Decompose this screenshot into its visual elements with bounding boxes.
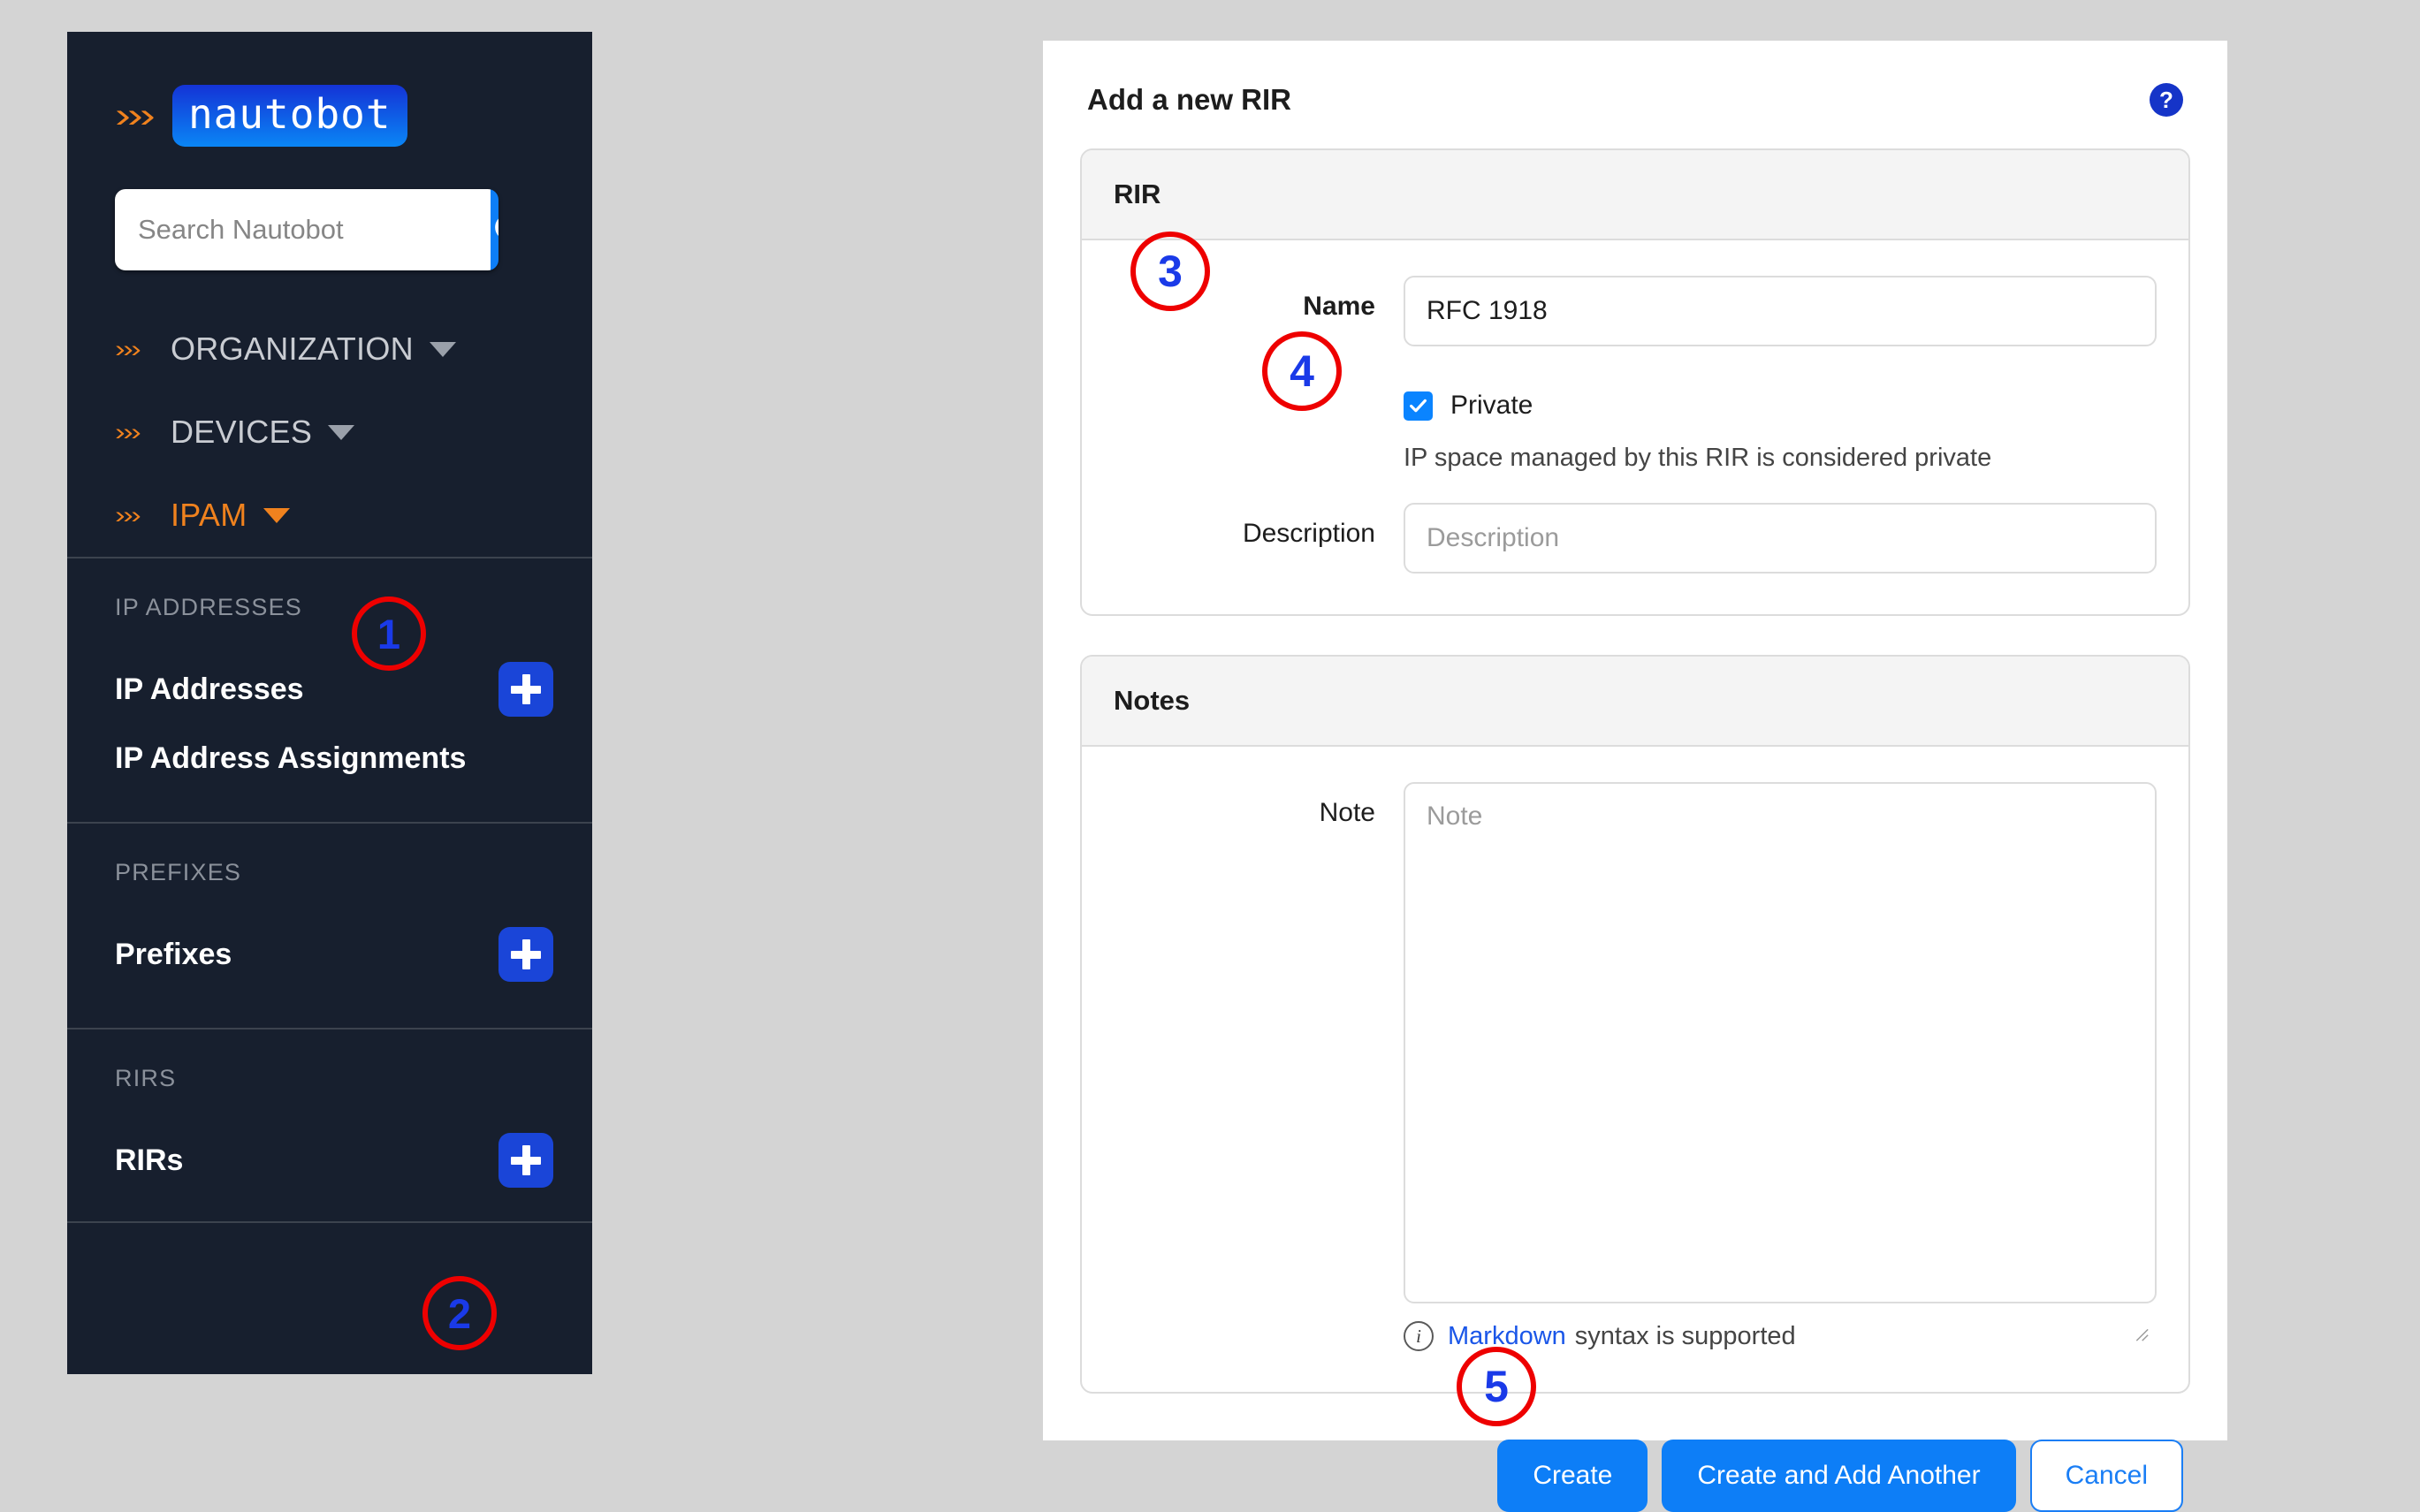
rir-card-header: RIR <box>1082 150 2188 240</box>
description-label: Description <box>1114 503 1404 549</box>
nav-chevrons-icon: ››› <box>115 421 139 444</box>
primary-nav: ››› ORGANIZATION ››› DEVICES ››› IPAM <box>67 270 592 557</box>
private-spacer <box>1114 376 1404 392</box>
plus-icon <box>498 1133 553 1188</box>
sidebar-item-label: IP Addresses <box>115 672 304 707</box>
sidebar-section-prefixes: PREFIXES Prefixes <box>67 822 592 1028</box>
private-help-text: IP space managed by this RIR is consider… <box>1404 444 2157 473</box>
add-rir-form-panel: Add a new RIR ? RIR Name <box>1043 41 2227 1440</box>
chevron-down-icon <box>328 425 354 440</box>
brand-logo[interactable]: ››› nautobot <box>67 32 592 147</box>
search-icon <box>491 210 498 249</box>
nav-item-label: IPAM <box>171 497 247 534</box>
notes-card-header: Notes <box>1082 657 2188 747</box>
search-input[interactable] <box>115 189 491 270</box>
search-button[interactable] <box>491 189 498 270</box>
private-label: Private <box>1450 391 1533 421</box>
logo-chevrons-icon: ››› <box>115 98 152 133</box>
nav-item-devices[interactable]: ››› DEVICES <box>67 391 592 474</box>
chevron-down-icon <box>263 508 290 523</box>
sidebar-item-label: IP Address Assignments <box>115 741 466 776</box>
markdown-hint: i Markdown syntax is supported <box>1404 1321 2157 1351</box>
note-textarea[interactable] <box>1404 782 2157 1303</box>
check-icon <box>1408 397 1428 415</box>
sidebar-item-label: RIRs <box>115 1143 183 1178</box>
logo-wordmark: nautobot <box>172 85 407 147</box>
sidebar-item-label: Prefixes <box>115 938 232 972</box>
section-title: PREFIXES <box>67 859 592 886</box>
private-checkbox[interactable] <box>1404 391 1433 421</box>
rir-card-body: Name Private IP space <box>1082 240 2188 614</box>
sidebar-section-rirs: RIRS RIRs <box>67 1028 592 1257</box>
name-field-row: Name <box>1114 276 2157 346</box>
create-button[interactable]: Create <box>1497 1440 1648 1512</box>
sidebar-section-ip-addresses: IP ADDRESSES IP Addresses IP Address Ass… <box>67 557 592 822</box>
search-box[interactable] <box>115 189 498 270</box>
help-icon[interactable]: ? <box>2150 83 2183 117</box>
sidebar-item-prefixes[interactable]: Prefixes <box>67 915 592 994</box>
annotation-marker-2: 2 <box>422 1276 497 1350</box>
name-input[interactable] <box>1404 276 2157 346</box>
nav-chevrons-icon: ››› <box>115 504 139 528</box>
nav-item-label: ORGANIZATION <box>171 331 414 368</box>
info-icon: i <box>1404 1321 1434 1351</box>
annotation-marker-3: 3 <box>1130 232 1210 311</box>
nav-item-organization[interactable]: ››› ORGANIZATION <box>67 308 592 391</box>
create-and-add-another-button[interactable]: Create and Add Another <box>1662 1440 2015 1512</box>
description-field-row: Description <box>1114 503 2157 574</box>
sidebar-item-ip-addresses[interactable]: IP Addresses <box>67 650 592 729</box>
private-checkbox-row[interactable]: Private <box>1404 376 2157 421</box>
description-input[interactable] <box>1404 503 2157 574</box>
sidebar: ››› nautobot ››› ORGANIZATION ››› DEVICE… <box>67 32 592 1374</box>
note-field-row: Note i Markdown syntax is supported <box>1114 782 2157 1351</box>
sidebar-item-rirs[interactable]: RIRs <box>67 1121 592 1200</box>
add-ip-address-button[interactable] <box>498 662 553 717</box>
annotation-marker-4: 4 <box>1262 331 1342 411</box>
cancel-button[interactable]: Cancel <box>2030 1440 2183 1512</box>
rir-card: RIR Name Private <box>1080 148 2190 616</box>
panel-header: Add a new RIR ? <box>1080 41 2190 148</box>
add-rir-button[interactable] <box>498 1133 553 1188</box>
chevron-down-icon <box>430 342 456 357</box>
markdown-hint-text: syntax is supported <box>1575 1322 1796 1351</box>
note-label: Note <box>1114 782 1404 828</box>
notes-card: Notes Note i Markdown syntax is supporte… <box>1080 655 2190 1394</box>
sidebar-item-ip-address-assignments[interactable]: IP Address Assignments <box>67 729 592 788</box>
notes-card-body: Note i Markdown syntax is supported <box>1082 747 2188 1392</box>
sidebar-divider <box>67 1221 592 1223</box>
plus-icon <box>498 662 553 717</box>
page-title: Add a new RIR <box>1087 83 1291 117</box>
annotation-marker-5: 5 <box>1457 1347 1536 1426</box>
section-title: RIRS <box>67 1065 592 1092</box>
section-title: IP ADDRESSES <box>67 594 592 621</box>
add-prefix-button[interactable] <box>498 927 553 982</box>
nav-chevrons-icon: ››› <box>115 338 139 361</box>
plus-icon <box>498 927 553 982</box>
form-actions: Create Create and Add Another Cancel <box>1080 1432 2190 1512</box>
nav-item-ipam[interactable]: ››› IPAM <box>67 474 592 557</box>
annotation-marker-1: 1 <box>352 596 426 671</box>
markdown-link[interactable]: Markdown <box>1448 1322 1566 1351</box>
nav-item-label: DEVICES <box>171 414 312 451</box>
